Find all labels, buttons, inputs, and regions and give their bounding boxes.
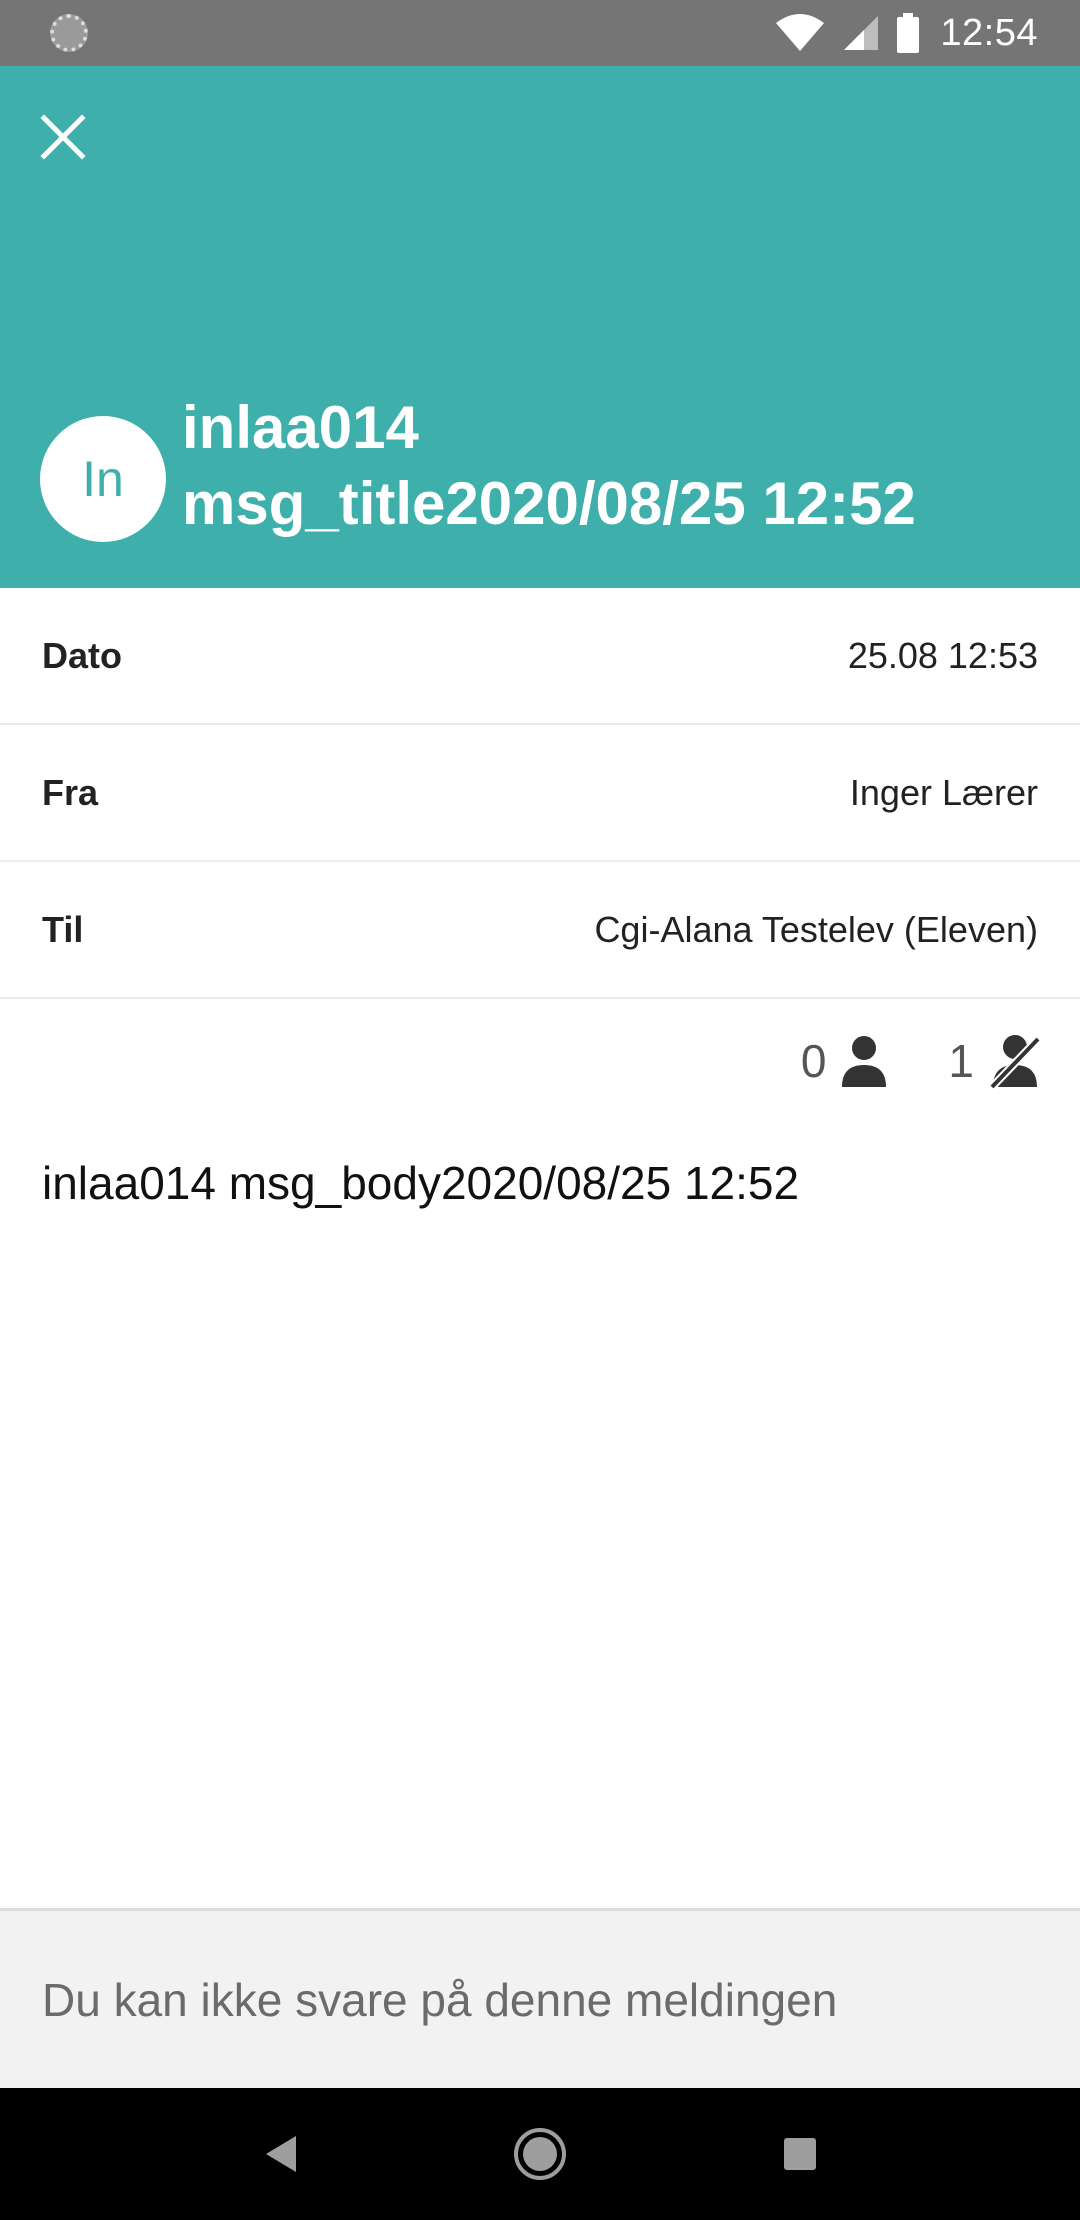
read-count: 0 (800, 1035, 827, 1087)
recents-icon (784, 2138, 816, 2170)
date-row: Dato 25.08 12:53 (0, 588, 1080, 725)
avatar-initials: In (82, 451, 124, 507)
from-label: Fra (42, 771, 99, 813)
read-status-read: 0 (801, 1034, 889, 1088)
read-status: 0 1 (801, 1028, 1042, 1094)
system-nav-bar (0, 2088, 1080, 2220)
message-title: inlaa014 msg_title2020/08/25 12:52 (182, 390, 1042, 542)
status-right: 12:54 (774, 0, 1038, 66)
close-button[interactable] (28, 102, 98, 172)
to-label: Til (42, 908, 84, 950)
title-line-1: inlaa014 (182, 394, 419, 461)
to-row: Til Cgi-Alana Testelev (Eleven) (0, 862, 1080, 999)
back-button[interactable] (240, 2114, 320, 2194)
close-icon (40, 114, 86, 160)
sync-icon (50, 14, 88, 52)
battery-icon (897, 13, 920, 53)
avatar: In (40, 416, 166, 542)
signal-icon (844, 16, 879, 50)
from-row: Fra Inger Lærer (0, 725, 1080, 862)
reply-disabled-notice: Du kan ikke svare på denne meldingen (42, 1973, 838, 2026)
unread-count: 1 (948, 1035, 974, 1087)
message-detail-screen: 12:54 In inlaa014 msg_title2020/08/25 12… (0, 0, 1080, 2220)
back-icon (266, 2136, 296, 2172)
date-value: 25.08 12:53 (847, 634, 1038, 676)
reply-bar: Du kan ikke svare på denne meldingen (0, 1908, 1080, 2088)
status-bar: 12:54 (0, 0, 1080, 66)
person-off-icon (989, 1035, 1041, 1089)
from-value: Inger Lærer (849, 771, 1038, 813)
status-time: 12:54 (940, 11, 1038, 54)
recents-button[interactable] (760, 2114, 840, 2194)
to-value: Cgi-Alana Testelev (Eleven) (594, 908, 1038, 950)
message-body: inlaa014 msg_body2020/08/25 12:52 (42, 1157, 800, 1209)
wifi-icon (776, 14, 825, 51)
read-status-unread: 1 (948, 1033, 1042, 1089)
message-header: In inlaa014 msg_title2020/08/25 12:52 (0, 66, 1080, 588)
person-icon (842, 1036, 887, 1087)
home-icon (514, 2128, 566, 2180)
title-line-2: msg_title2020/08/25 12:52 (182, 470, 916, 537)
home-button[interactable] (500, 2114, 580, 2194)
date-label: Dato (42, 634, 122, 676)
